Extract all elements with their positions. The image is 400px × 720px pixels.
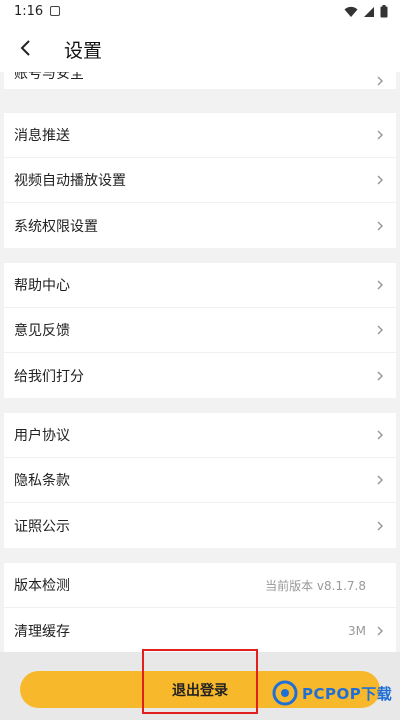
settings-row-message-push[interactable]: 消息推送 [4, 113, 396, 158]
chevron-right-icon [377, 430, 384, 440]
settings-row-version-check[interactable]: 版本检测 当前版本 v8.1.7.8 [4, 563, 396, 608]
status-icons [344, 5, 388, 18]
notification-icon [50, 6, 60, 16]
settings-group-support: 帮助中心 意见反馈 给我们打分 [4, 263, 396, 398]
settings-row-feedback[interactable]: 意见反馈 [4, 308, 396, 353]
row-label: 帮助中心 [14, 278, 70, 294]
settings-group-general: 消息推送 视频自动播放设置 系统权限设置 [4, 113, 396, 248]
settings-row-account-security[interactable]: 账号与安全 [4, 72, 396, 89]
row-label: 意见反馈 [14, 323, 70, 339]
chevron-right-icon [377, 325, 384, 335]
settings-list: 账号与安全 消息推送 视频自动播放设置 系统权限设置 帮助中心 意见反馈 给我们… [0, 72, 400, 653]
row-label: 账号与安全 [14, 72, 84, 82]
version-value: 当前版本 v8.1.7.8 [265, 578, 366, 593]
settings-group-account: 账号与安全 [4, 72, 396, 89]
nav-bar: 设置 [0, 24, 400, 72]
wifi-icon [344, 6, 358, 17]
chevron-right-icon [377, 220, 384, 231]
status-time: 1:16 [14, 4, 44, 19]
back-button[interactable] [12, 34, 40, 62]
chevron-right-icon [377, 370, 384, 381]
chevron-right-icon [377, 280, 384, 290]
chevron-right-icon [377, 625, 384, 636]
settings-row-license[interactable]: 证照公示 [4, 503, 396, 548]
settings-row-clear-cache[interactable]: 清理缓存 3M [4, 608, 396, 653]
chevron-right-icon [377, 175, 384, 185]
settings-row-user-agreement[interactable]: 用户协议 [4, 413, 396, 458]
watermark: PCPOP下载 [272, 680, 392, 706]
settings-row-help-center[interactable]: 帮助中心 [4, 263, 396, 308]
row-label: 系统权限设置 [14, 218, 98, 235]
row-label: 清理缓存 [14, 623, 70, 640]
row-label: 消息推送 [14, 128, 70, 144]
settings-row-rate-us[interactable]: 给我们打分 [4, 353, 396, 398]
settings-group-app: 版本检测 当前版本 v8.1.7.8 清理缓存 3M [4, 563, 396, 653]
settings-row-video-autoplay[interactable]: 视频自动播放设置 [4, 158, 396, 203]
chevron-right-icon [377, 130, 384, 140]
page-title: 设置 [64, 40, 103, 62]
row-label: 版本检测 [14, 578, 70, 594]
chevron-left-icon [20, 40, 30, 56]
signal-icon [364, 6, 374, 17]
chevron-right-icon [377, 76, 384, 86]
settings-row-system-permissions[interactable]: 系统权限设置 [4, 203, 396, 248]
watermark-logo-icon [272, 680, 298, 706]
row-label: 证照公示 [14, 518, 70, 535]
cache-size-value: 3M [348, 623, 366, 638]
chevron-right-icon [377, 520, 384, 531]
settings-row-privacy-policy[interactable]: 隐私条款 [4, 458, 396, 503]
battery-icon [380, 5, 388, 18]
status-bar: 1:16 [0, 0, 400, 24]
row-label: 视频自动播放设置 [14, 173, 126, 189]
row-label: 给我们打分 [14, 368, 84, 385]
chevron-right-icon [377, 475, 384, 485]
row-label: 用户协议 [14, 428, 70, 444]
watermark-text: PCPOP下载 [302, 684, 393, 703]
settings-group-legal: 用户协议 隐私条款 证照公示 [4, 413, 396, 548]
row-label: 隐私条款 [14, 473, 70, 489]
